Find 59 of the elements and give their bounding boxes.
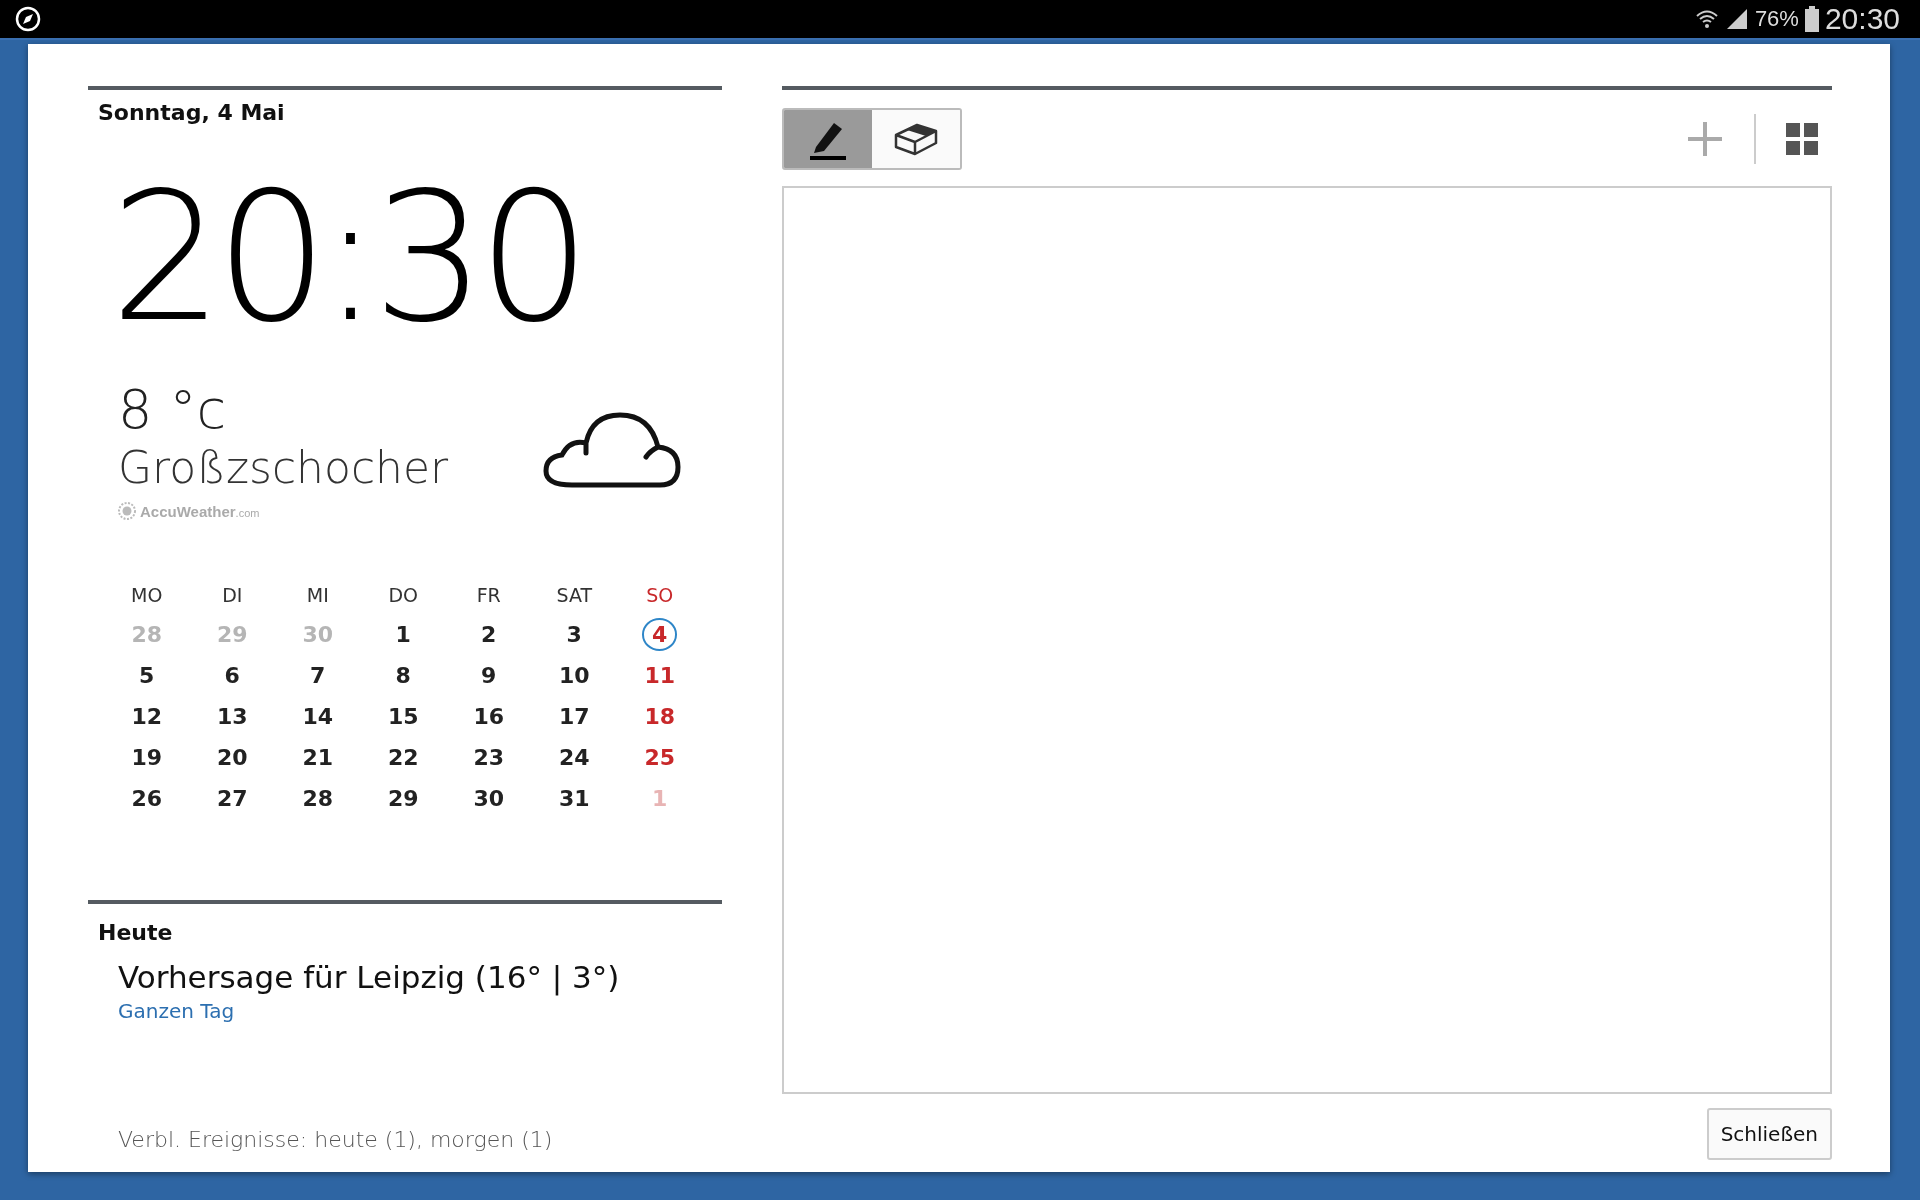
remaining-events-text: Verbl. Ereignisse: heute (1), morgen (1) xyxy=(117,1126,554,1154)
calendar-day[interactable]: 27 xyxy=(206,782,258,816)
compass-icon xyxy=(14,5,42,33)
grid-icon xyxy=(1786,123,1818,155)
calendar-day[interactable]: 30 xyxy=(463,782,515,816)
battery-percentage: 76% xyxy=(1754,6,1799,32)
weekday-header: FR xyxy=(475,583,502,609)
cloud-icon xyxy=(542,411,682,490)
calendar-day[interactable]: 19 xyxy=(121,741,173,775)
close-button[interactable]: Schließen xyxy=(1706,1108,1832,1160)
calendar-day[interactable]: 16 xyxy=(463,700,515,734)
calendar-day[interactable]: 7 xyxy=(300,659,336,693)
calendar-day[interactable]: 21 xyxy=(292,741,344,775)
weekday-header: DO xyxy=(387,583,420,609)
weekday-header: DI xyxy=(221,583,244,609)
sun-logo-icon xyxy=(118,502,136,521)
calendar-day[interactable]: 10 xyxy=(548,659,600,693)
calendar-day[interactable]: 17 xyxy=(548,700,600,734)
calendar-day[interactable]: 25 xyxy=(634,741,686,775)
clock-time: 20:30 xyxy=(109,153,584,352)
calendar-day[interactable]: 20 xyxy=(206,741,258,775)
battery-icon xyxy=(1804,6,1819,32)
date-label: Sonntag, 4 Mai xyxy=(97,99,286,125)
calendar-day[interactable]: 13 xyxy=(206,700,258,734)
calendar-day[interactable]: 24 xyxy=(548,741,600,775)
calendar-day[interactable]: 6 xyxy=(214,659,250,693)
calendar-day[interactable]: 2 xyxy=(471,618,507,652)
calendar-day[interactable]: 9 xyxy=(471,659,507,693)
status-time: 20:30 xyxy=(1824,2,1900,36)
temperature: 8 °c xyxy=(118,379,228,440)
weekday-header: MI xyxy=(305,583,330,609)
calendar-day[interactable]: 3 xyxy=(556,618,592,652)
section-heading: Heute xyxy=(97,919,174,945)
calendar-day[interactable]: 18 xyxy=(634,700,686,734)
calendar-day[interactable]: 31 xyxy=(548,782,600,816)
calendar-day[interactable]: 1 xyxy=(385,618,421,652)
calendar-day[interactable]: 26 xyxy=(121,782,173,816)
calendar-day[interactable]: 4 xyxy=(642,618,678,652)
calendar-day[interactable]: 15 xyxy=(377,700,429,734)
location-name: Großzschocher xyxy=(118,441,449,496)
calendar-day[interactable]: 12 xyxy=(121,700,173,734)
calendar-day[interactable]: 23 xyxy=(463,741,515,775)
plus-icon xyxy=(1686,120,1724,158)
eraser-icon xyxy=(893,121,939,157)
weekday-header: SAT xyxy=(555,583,594,609)
calendar-day[interactable]: 29 xyxy=(377,782,429,816)
provider-logo-text: AccuWeather.com xyxy=(140,502,260,520)
calendar-day[interactable]: 5 xyxy=(129,659,165,693)
weekday-header: SO xyxy=(645,583,675,609)
event-time: Ganzen Tag xyxy=(117,998,236,1023)
event-title[interactable]: Vorhersage für Leipzig (16° | 3°) xyxy=(88,945,722,995)
tool-button[interactable] xyxy=(784,110,872,168)
calendar-day[interactable]: 22 xyxy=(377,741,429,775)
calendar-day[interactable]: 11 xyxy=(634,659,686,693)
calendar-day[interactable]: 28 xyxy=(292,782,344,816)
calendar-day[interactable]: 14 xyxy=(292,700,344,734)
calendar-day[interactable]: 8 xyxy=(385,659,421,693)
tool-button[interactable] xyxy=(872,110,960,168)
weekday-header: MO xyxy=(130,583,164,609)
